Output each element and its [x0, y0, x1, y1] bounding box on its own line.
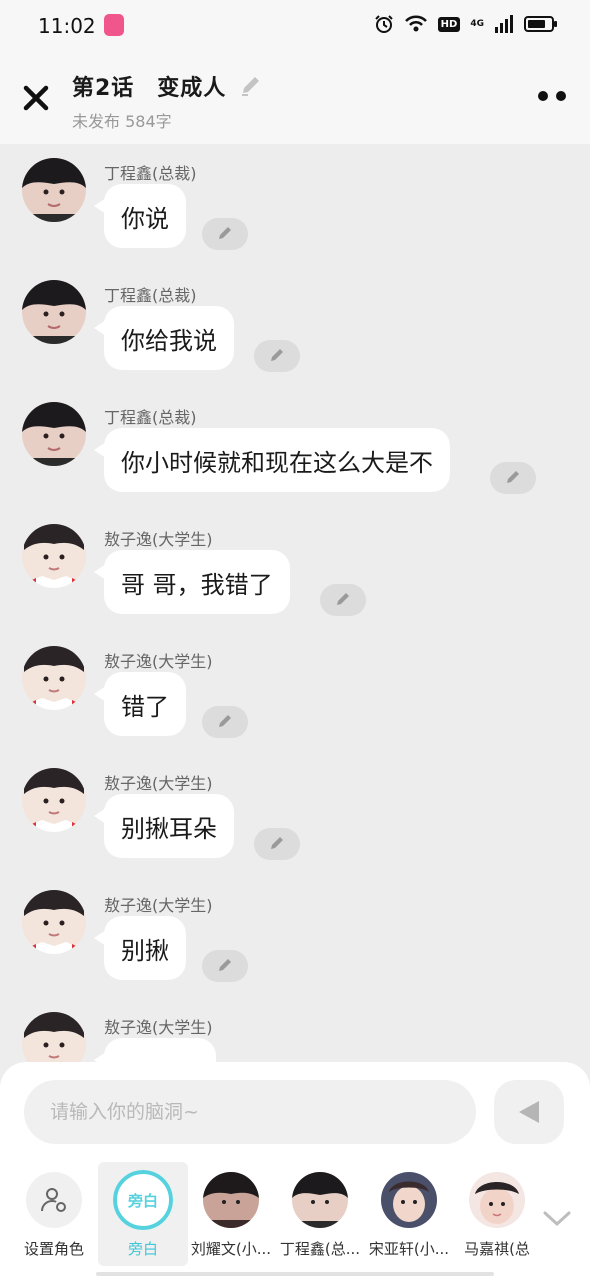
- speaker-name: 敖子逸(大学生): [104, 896, 213, 915]
- edit-message-button[interactable]: [202, 706, 248, 738]
- edit-message-button[interactable]: [320, 584, 366, 616]
- message-item: 丁程鑫(总裁) 你说: [0, 144, 590, 266]
- pencil-icon: [219, 715, 231, 727]
- avatar: [292, 1172, 348, 1228]
- close-icon[interactable]: [18, 80, 54, 116]
- message-item: 丁程鑫(总裁) 你给我说: [0, 266, 590, 388]
- speaker-name: 敖子逸(大学生): [104, 652, 213, 671]
- more-dot-icon: [538, 91, 548, 101]
- battery-icon: [524, 16, 557, 32]
- message-bubble[interactable]: 你给我说: [94, 306, 234, 370]
- avatar: [203, 1172, 259, 1228]
- title-row: 第2话 变成人: [72, 70, 264, 102]
- status-icons: HD 4G: [374, 14, 557, 34]
- message-bubble[interactable]: 你小时候就和现在这么大是不: [94, 428, 450, 492]
- avatar[interactable]: [22, 280, 86, 344]
- speaker-name: 丁程鑫(总裁): [104, 408, 197, 427]
- speaker-name: 敖子逸(大学生): [104, 530, 213, 549]
- message-bubble[interactable]: 错了: [94, 672, 186, 736]
- status-time: 11:02: [38, 14, 96, 38]
- speaker-name: 敖子逸(大学生): [104, 1018, 213, 1037]
- message-item: 丁程鑫(总裁) 你小时候就和现在这么大是不: [0, 388, 590, 510]
- message-bubble[interactable]: 别揪耳朵: [94, 794, 234, 858]
- edit-message-button[interactable]: [490, 462, 536, 494]
- avatar[interactable]: [22, 524, 86, 588]
- composer-panel: 设置角色 旁白 旁白 刘耀文(小... 丁程鑫(总... 宋亚轩(小...: [0, 1062, 590, 1280]
- avatar[interactable]: [22, 1012, 86, 1064]
- status-bar: 11:02 HD 4G: [0, 0, 590, 52]
- edit-message-button[interactable]: [254, 340, 300, 372]
- pencil-icon: [271, 837, 283, 849]
- speaker-name: 丁程鑫(总裁): [104, 286, 197, 305]
- role-label: 宋亚轩(小...: [368, 1240, 450, 1258]
- alarm-icon: [374, 15, 393, 33]
- avatar[interactable]: [22, 402, 86, 466]
- role-ma-jiaqi[interactable]: 马嘉祺(总: [452, 1162, 542, 1266]
- role-selector: 设置角色 旁白 旁白 刘耀文(小... 丁程鑫(总... 宋亚轩(小... 马嘉…: [0, 1162, 590, 1272]
- message-item: 敖子逸(大学生) 别揪耳朵: [0, 754, 590, 876]
- content-input[interactable]: [24, 1080, 476, 1144]
- speaker-name: 丁程鑫(总裁): [104, 164, 197, 183]
- role-label: 旁白: [127, 1240, 158, 1258]
- role-label: 刘耀文(小...: [190, 1240, 272, 1258]
- edit-title-pencil-icon[interactable]: [238, 73, 264, 99]
- avatar[interactable]: [22, 646, 86, 710]
- edit-message-button[interactable]: [202, 218, 248, 250]
- message-item: 敖子逸(大学生) 错了: [0, 632, 590, 754]
- pencil-icon: [337, 593, 349, 605]
- send-icon: [519, 1101, 539, 1123]
- avatar[interactable]: [22, 158, 86, 222]
- pencil-icon: [219, 959, 231, 971]
- avatar: [381, 1172, 437, 1228]
- avatar: [469, 1172, 525, 1228]
- role-scrollbar: [96, 1272, 494, 1276]
- hd-icon: HD: [437, 16, 461, 32]
- narrator-badge: 旁白: [113, 1170, 173, 1230]
- role-label: 马嘉祺(总: [464, 1240, 530, 1258]
- chapter-subtitle: 未发布 584字: [72, 112, 172, 131]
- wifi-icon: [404, 15, 427, 32]
- speaker-name: 敖子逸(大学生): [104, 774, 213, 793]
- signal-icon: [495, 15, 513, 33]
- message-item: 敖子逸(大学生) 别揪: [0, 876, 590, 998]
- network-label: 4G: [470, 19, 484, 29]
- avatar[interactable]: [22, 768, 86, 832]
- send-button[interactable]: [494, 1080, 564, 1144]
- app-notification-icon: [104, 14, 124, 36]
- pencil-icon: [271, 349, 283, 361]
- person-settings-icon: [26, 1172, 82, 1228]
- role-song-yaxuan[interactable]: 宋亚轩(小...: [364, 1162, 454, 1266]
- message-list[interactable]: 丁程鑫(总裁) 你说 丁程鑫(总裁) 你给我说 丁程鑫(总裁) 你小时候就和现在…: [0, 144, 590, 1064]
- role-label: 丁程鑫(总...: [279, 1240, 361, 1258]
- role-label: 设置角色: [23, 1240, 84, 1258]
- more-options-button[interactable]: [538, 88, 568, 104]
- message-item: 敖子逸(大学生): [0, 998, 590, 1064]
- role-narrator[interactable]: 旁白 旁白: [98, 1162, 188, 1266]
- chevron-down-icon[interactable]: [542, 1208, 572, 1228]
- chapter-title[interactable]: 第2话 变成人: [72, 70, 226, 102]
- more-dot-icon: [556, 91, 566, 101]
- set-role-button[interactable]: 设置角色: [9, 1162, 99, 1266]
- pencil-icon: [219, 227, 231, 239]
- chapter-header: 第2话 变成人 未发布 584字: [0, 52, 590, 144]
- edit-message-button[interactable]: [202, 950, 248, 982]
- message-item: 敖子逸(大学生) 哥 哥，我错了: [0, 510, 590, 632]
- avatar[interactable]: [22, 890, 86, 954]
- pencil-icon: [507, 471, 519, 483]
- role-ding-chengxin[interactable]: 丁程鑫(总...: [275, 1162, 365, 1266]
- message-bubble[interactable]: 你说: [94, 184, 186, 248]
- role-liu-yaowen[interactable]: 刘耀文(小...: [186, 1162, 276, 1266]
- narrator-badge-text: 旁白: [113, 1170, 173, 1230]
- message-bubble[interactable]: [94, 1038, 216, 1064]
- message-bubble[interactable]: 别揪: [94, 916, 186, 980]
- edit-message-button[interactable]: [254, 828, 300, 860]
- message-bubble[interactable]: 哥 哥，我错了: [94, 550, 290, 614]
